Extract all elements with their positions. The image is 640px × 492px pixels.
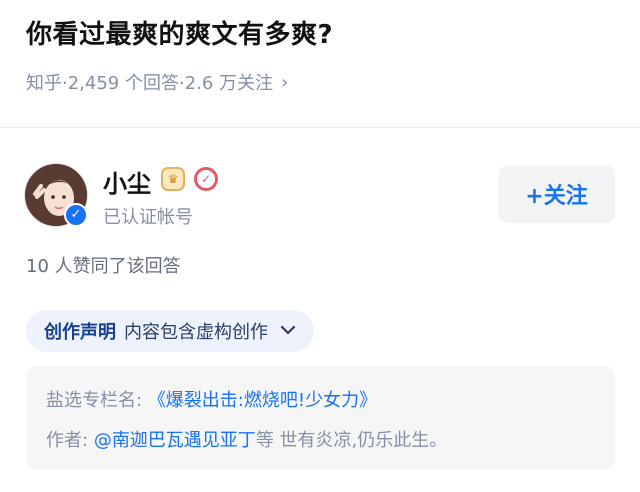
chevron-right-icon: › (281, 71, 289, 93)
declaration-label: 创作声明 (44, 322, 116, 343)
section-divider (0, 127, 640, 128)
author-prefix: 作者: (46, 430, 89, 451)
answer-page: 你看过最爽的爽文有多爽? 知乎·2,459 个回答·2.6 万关注 › ✓ 小尘… (0, 0, 640, 492)
author-suffix: 等 世有炎凉,仍乐此生。 (255, 430, 448, 451)
column-prefix: 盐选专栏名: (46, 390, 143, 411)
question-title[interactable]: 你看过最爽的爽文有多爽? (26, 14, 333, 51)
avatar[interactable]: ✓ (24, 163, 88, 227)
column-link[interactable]: 《爆裂出击:燃烧吧!少女力》 (148, 390, 377, 411)
declaration-value: 内容包含虚构创作 (124, 322, 268, 343)
source-author-link[interactable]: @南迦巴瓦遇见亚丁 (94, 430, 256, 451)
crown-badge-icon[interactable]: ♛ (161, 167, 185, 191)
author-name[interactable]: 小尘 (103, 164, 151, 199)
source-info-box: 盐选专栏名: 《爆裂出击:燃烧吧!少女力》 作者: @南迦巴瓦遇见亚丁等 世有炎… (26, 366, 615, 470)
question-meta[interactable]: 知乎·2,459 个回答·2.6 万关注 › (26, 69, 288, 95)
chevron-down-icon (280, 323, 296, 339)
vote-count: 10 人赞同了该回答 (26, 256, 181, 277)
author-verified-label: 已认证帐号 (103, 207, 193, 228)
red-check-badge-icon[interactable]: ✓ (194, 167, 218, 191)
creation-declaration[interactable]: 创作声明 内容包含虚构创作 (26, 310, 314, 352)
follow-button[interactable]: +关注 (498, 165, 615, 223)
author-line: 作者: @南迦巴瓦遇见亚丁等 世有炎凉,仍乐此生。 (46, 426, 447, 452)
column-line: 盐选专栏名: 《爆裂出击:燃烧吧!少女力》 (46, 386, 377, 412)
question-meta-text: 知乎·2,459 个回答·2.6 万关注 (26, 73, 274, 94)
verified-check-icon: ✓ (64, 203, 88, 227)
